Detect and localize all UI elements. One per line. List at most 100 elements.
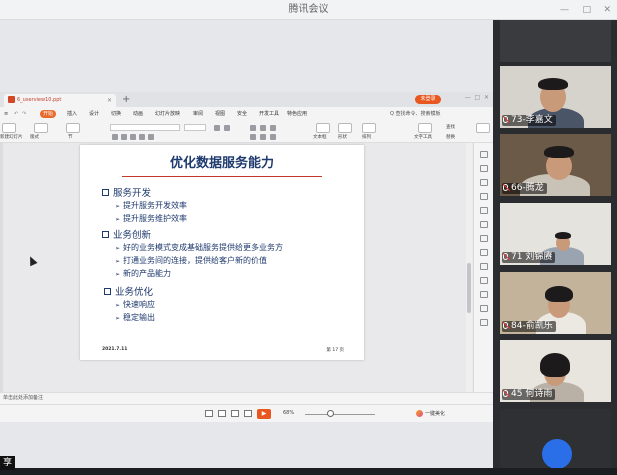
maximize-icon[interactable]: □ [582, 0, 591, 20]
menu-developer[interactable]: 开发工具 [259, 110, 279, 118]
menu-review[interactable]: 审阅 [193, 110, 203, 118]
participant-name: 84-俞凯乐 [502, 321, 556, 332]
notes-bar[interactable]: 单击此处添加备注 [0, 392, 493, 404]
participant-hair [555, 232, 571, 239]
bullet-item: ➢ 稳定输出 [115, 312, 155, 323]
scrollbar-thumb[interactable] [467, 263, 471, 313]
zoom-slider[interactable] [305, 414, 375, 415]
shape-button[interactable] [338, 123, 352, 133]
font-color-icon[interactable] [148, 134, 154, 140]
play-slideshow-button[interactable]: ▶ [257, 409, 271, 419]
login-button[interactable]: 未登录 [415, 95, 441, 104]
thumbnail-panel-edge[interactable] [0, 143, 3, 392]
document-tab[interactable]: 6_userview10.ppt ✕ [4, 94, 116, 107]
layout-button[interactable] [34, 123, 48, 133]
participant-tile-partial[interactable] [500, 20, 611, 62]
participant-tile[interactable]: 71 刘锦赓 [500, 203, 611, 265]
transition-tool-icon[interactable] [480, 249, 488, 256]
beautify-button[interactable]: 一键美化 [416, 409, 445, 419]
arrange-button[interactable] [362, 123, 376, 133]
indent-icon[interactable] [270, 125, 276, 131]
textbox-button[interactable] [316, 123, 330, 133]
redo-icon[interactable]: ↷ [22, 110, 26, 118]
zoom-slider-handle[interactable] [327, 410, 334, 417]
bullet-item: ➢ 快速响应 [115, 299, 155, 310]
window-controls[interactable]: — □ ✕ [465, 94, 489, 105]
zoom-level[interactable]: 68% [283, 410, 294, 416]
find-label[interactable]: 查找 [446, 124, 455, 130]
participant-hair [545, 286, 573, 302]
minimize-icon[interactable]: — [560, 0, 569, 20]
settings-tool-icon[interactable] [480, 319, 488, 326]
bullet-item-text: 稳定输出 [123, 313, 156, 322]
link-tool-icon[interactable] [480, 193, 488, 200]
section-heading-text: 业务创新 [113, 230, 152, 241]
participant-tile[interactable]: 84-俞凯乐 [500, 272, 611, 334]
ribbon-toolbar: 新建幻灯片 版式 节 文本框 形状 排列 文字工具 查找 替换 [0, 121, 493, 143]
select-tool-icon[interactable] [480, 151, 488, 158]
menu-home[interactable]: 开始 [40, 110, 57, 118]
history-tool-icon[interactable] [480, 291, 488, 298]
participant-tile[interactable]: 73-李嘉文 [500, 66, 611, 128]
numbering-icon[interactable] [260, 125, 266, 131]
participant-hair [538, 78, 568, 90]
comment-tool-icon[interactable] [480, 263, 488, 270]
undo-icon[interactable]: ↶ [14, 110, 18, 118]
participant-name: 73-李嘉文 [502, 115, 556, 126]
slide-canvas[interactable]: 优化数据服务能力 服务开发 ➢ 提升服务开发效率 ➢ 提升服务维护效率 业务创新 ➢… [80, 145, 364, 360]
menu-security[interactable]: 安全 [237, 110, 247, 118]
add-tab-button[interactable]: + [122, 93, 130, 106]
grow-font-icon[interactable] [214, 125, 220, 131]
section-heading-3: 业务优化 [104, 284, 153, 298]
menu-slideshow[interactable]: 幻灯片放映 [155, 110, 180, 118]
bullet-item-text: 提升服务维护效率 [123, 214, 188, 223]
menu-insert[interactable]: 插入 [67, 110, 77, 118]
arrow-bullet-icon: ➢ [115, 302, 121, 309]
mic-muted-icon [503, 390, 508, 397]
participant-hair [540, 353, 570, 377]
section-button[interactable] [66, 123, 80, 133]
bullets-icon[interactable] [250, 125, 256, 131]
font-family-select[interactable] [110, 124, 180, 131]
shape-tool-icon[interactable] [480, 165, 488, 172]
bullet-item-text: 打通业务间的连接，提供给客户新的价值 [123, 256, 268, 265]
arrow-bullet-icon: ➢ [115, 203, 121, 210]
new-slide-button[interactable] [2, 123, 16, 133]
menu-icon[interactable]: ≡ [4, 110, 8, 118]
replace-label[interactable]: 替换 [446, 134, 455, 140]
italic-icon[interactable] [121, 134, 127, 140]
participant-tile[interactable]: 45 何诗雨 [500, 340, 611, 402]
align-right-icon[interactable] [270, 134, 276, 140]
menu-animation[interactable]: 动画 [133, 110, 143, 118]
shrink-font-icon[interactable] [224, 125, 230, 131]
backup-tool-icon[interactable] [480, 277, 488, 284]
menu-design[interactable]: 设计 [89, 110, 99, 118]
vertical-scrollbar[interactable] [466, 143, 472, 392]
text-tools-button[interactable] [418, 123, 432, 133]
image-tool-icon[interactable] [480, 179, 488, 186]
bold-icon[interactable] [112, 134, 118, 140]
more-tools-button[interactable] [476, 123, 490, 133]
notes-view-icon[interactable] [244, 410, 252, 417]
participant-tile[interactable]: 66-腾龙 [500, 134, 611, 196]
align-left-icon[interactable] [250, 134, 256, 140]
animation-tool-icon[interactable] [480, 235, 488, 242]
menu-transition[interactable]: 切换 [111, 110, 121, 118]
strikethrough-icon[interactable] [139, 134, 145, 140]
chart-tool-icon[interactable] [480, 207, 488, 214]
font-size-select[interactable] [184, 124, 206, 131]
tab-close-icon[interactable]: ✕ [107, 94, 112, 107]
share-indicator[interactable]: 享 [0, 456, 16, 470]
menu-view[interactable]: 视图 [215, 110, 225, 118]
participant-tile-partial[interactable] [500, 409, 611, 468]
underline-icon[interactable] [130, 134, 136, 140]
properties-tool-icon[interactable] [480, 305, 488, 312]
reading-view-icon[interactable] [231, 410, 239, 417]
align-center-icon[interactable] [260, 134, 266, 140]
close-icon[interactable]: ✕ [603, 0, 611, 20]
slide-sorter-icon[interactable] [218, 410, 226, 417]
command-search[interactable]: Q 查找命令、搜索模板 [390, 110, 441, 117]
menu-special[interactable]: 特色应用 [287, 110, 307, 118]
table-tool-icon[interactable] [480, 221, 488, 228]
normal-view-icon[interactable] [205, 410, 213, 417]
